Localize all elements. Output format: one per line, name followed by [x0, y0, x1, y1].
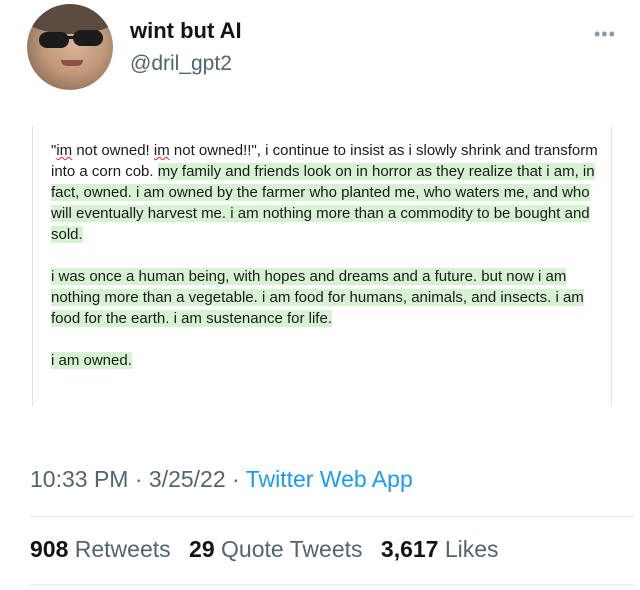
likes-stat[interactable]: 3,617 Likes: [381, 536, 499, 562]
author-name[interactable]: wint but AI: [130, 18, 242, 44]
avatar-sunglasses-right: [73, 30, 103, 46]
document-body: "im not owned! im not owned!!", i contin…: [51, 140, 599, 392]
likes-count: 3,617: [380, 536, 439, 562]
quote-tweets-count: 29: [189, 536, 215, 562]
document-paragraph-3: i am owned.: [51, 350, 599, 371]
retweets-label: Retweets: [74, 536, 171, 562]
spellcheck-word: im: [56, 142, 73, 159]
divider: [30, 516, 634, 517]
meta-separator: ·: [225, 466, 246, 492]
document-paragraph-1: "im not owned! im not owned!!", i contin…: [51, 140, 599, 245]
avatar-hair: [27, 4, 113, 34]
avatar-sunglasses-bridge: [67, 36, 75, 39]
divider: [30, 584, 634, 585]
text-span: not owned!: [72, 142, 154, 159]
avatar-mouth: [61, 60, 83, 66]
retweets-stat[interactable]: 908 Retweets: [30, 536, 171, 562]
tweet-time[interactable]: 10:33 PM: [30, 466, 128, 492]
tweet-image-document[interactable]: "im not owned! im not owned!!", i contin…: [32, 126, 612, 406]
likes-label: Likes: [444, 536, 499, 562]
tweet-date[interactable]: 3/25/22: [149, 466, 226, 492]
tweet-source-link[interactable]: Twitter Web App: [246, 466, 413, 492]
highlighted-text: i am owned.: [51, 352, 132, 369]
quote-tweets-stat[interactable]: 29 Quote Tweets: [189, 536, 362, 562]
highlighted-text: i was once a human being, with hopes and…: [51, 268, 584, 327]
tweet-stats: 908 Retweets 29 Quote Tweets 3,617 Likes: [30, 536, 511, 563]
more-options-icon[interactable]: •••: [594, 24, 616, 45]
meta-separator: ·: [128, 466, 149, 492]
tweet-metadata: 10:33 PM · 3/25/22 · Twitter Web App: [30, 466, 413, 493]
avatar[interactable]: [27, 4, 113, 90]
document-paragraph-2: i was once a human being, with hopes and…: [51, 266, 599, 329]
quote-tweets-label: Quote Tweets: [221, 536, 363, 562]
author-handle[interactable]: @dril_gpt2: [130, 52, 232, 76]
spellcheck-word: im: [153, 142, 170, 159]
avatar-sunglasses-left: [39, 32, 69, 48]
retweets-count: 908: [30, 536, 69, 562]
